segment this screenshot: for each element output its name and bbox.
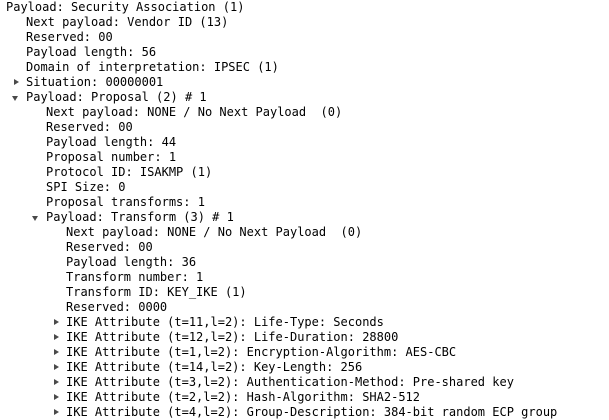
tree-row[interactable]: IKE Attribute (t=1,l=2): Encryption-Algo… [0,345,609,360]
expand-arrow-icon[interactable] [51,315,61,330]
tree-row-label: Next payload: Vendor ID (13) [26,15,229,29]
tree-row-label: IKE Attribute (t=14,l=2): Key-Length: 25… [66,360,363,374]
tree-row[interactable]: IKE Attribute (t=2,l=2): Hash-Algorithm:… [0,390,609,405]
tree-row[interactable]: Proposal number: 1 [0,150,609,165]
tree-row-label: Payload: Transform (3) # 1 [46,210,234,224]
tree-row[interactable]: Transform number: 1 [0,270,609,285]
tree-row-label: Reserved: 0000 [66,300,168,314]
tree-row[interactable]: Next payload: Vendor ID (13) [0,15,609,30]
tree-row[interactable]: Payload length: 44 [0,135,609,150]
tree-row-label: Transform number: 1 [66,270,204,284]
tree-row[interactable]: IKE Attribute (t=3,l=2): Authentication-… [0,375,609,390]
tree-row-label: IKE Attribute (t=3,l=2): Authentication-… [66,375,514,389]
tree-row-label: Proposal number: 1 [46,150,177,164]
tree-row-label: IKE Attribute (t=11,l=2): Life-Type: Sec… [66,315,384,329]
tree-row[interactable]: Reserved: 00 [0,120,609,135]
tree-row-label: Transform ID: KEY_IKE (1) [66,285,247,299]
tree-row[interactable]: Reserved: 00 [0,30,609,45]
tree-row-label: Protocol ID: ISAKMP (1) [46,165,213,179]
tree-row-label: IKE Attribute (t=2,l=2): Hash-Algorithm:… [66,390,421,404]
tree-row-label: Next payload: NONE / No Next Payload (0) [66,225,363,239]
expand-arrow-icon[interactable] [51,330,61,345]
tree-row-label: IKE Attribute (t=1,l=2): Encryption-Algo… [66,345,457,359]
tree-row-label: IKE Attribute (t=12,l=2): Life-Duration:… [66,330,399,344]
tree-row-label: Payload: Security Association (1) [6,0,245,14]
tree-row[interactable]: SPI Size: 0 [0,180,609,195]
collapse-arrow-icon[interactable] [31,210,41,225]
tree-row[interactable]: Domain of interpretation: IPSEC (1) [0,60,609,75]
tree-row[interactable]: Next payload: NONE / No Next Payload (0) [0,105,609,120]
tree-row-label: Domain of interpretation: IPSEC (1) [26,60,279,74]
expand-arrow-icon[interactable] [51,375,61,390]
tree-row-label: Reserved: 00 [26,30,113,44]
tree-row-label: IKE Attribute (t=4,l=2): Group-Descripti… [66,405,558,419]
tree-row[interactable]: Transform ID: KEY_IKE (1) [0,285,609,300]
tree-row[interactable]: Protocol ID: ISAKMP (1) [0,165,609,180]
expand-arrow-icon[interactable] [11,75,21,90]
tree-row[interactable]: IKE Attribute (t=11,l=2): Life-Type: Sec… [0,315,609,330]
expand-arrow-icon[interactable] [51,360,61,375]
tree-row[interactable]: IKE Attribute (t=14,l=2): Key-Length: 25… [0,360,609,375]
tree-row-label: Situation: 00000001 [26,75,164,89]
tree-row[interactable]: IKE Attribute (t=12,l=2): Life-Duration:… [0,330,609,345]
tree-row[interactable]: Proposal transforms: 1 [0,195,609,210]
packet-details-tree: Payload: Security Association (1) Next pa… [0,0,609,420]
tree-row-label: Payload: Proposal (2) # 1 [26,90,207,104]
tree-row[interactable]: Payload: Security Association (1) [0,0,609,15]
tree-row[interactable]: Payload: Transform (3) # 1 [0,210,609,225]
tree-row[interactable]: Payload length: 56 [0,45,609,60]
expand-arrow-icon[interactable] [51,405,61,420]
tree-row[interactable]: Payload: Proposal (2) # 1 [0,90,609,105]
tree-row-label: Payload length: 36 [66,255,197,269]
tree-row[interactable]: Situation: 00000001 [0,75,609,90]
tree-row[interactable]: Reserved: 00 [0,240,609,255]
expand-arrow-icon[interactable] [51,345,61,360]
tree-row[interactable]: Payload length: 36 [0,255,609,270]
tree-row-label: Payload length: 44 [46,135,177,149]
expand-arrow-icon[interactable] [51,390,61,405]
tree-row-label: SPI Size: 0 [46,180,126,194]
tree-row-label: Proposal transforms: 1 [46,195,205,209]
collapse-arrow-icon[interactable] [11,90,21,105]
tree-row[interactable]: IKE Attribute (t=4,l=2): Group-Descripti… [0,405,609,420]
tree-row-label: Reserved: 00 [46,120,133,134]
tree-row[interactable]: Next payload: NONE / No Next Payload (0) [0,225,609,240]
tree-row-label: Payload length: 56 [26,45,157,59]
tree-row-label: Next payload: NONE / No Next Payload (0) [46,105,343,119]
tree-row-label: Reserved: 00 [66,240,153,254]
tree-row[interactable]: Reserved: 0000 [0,300,609,315]
